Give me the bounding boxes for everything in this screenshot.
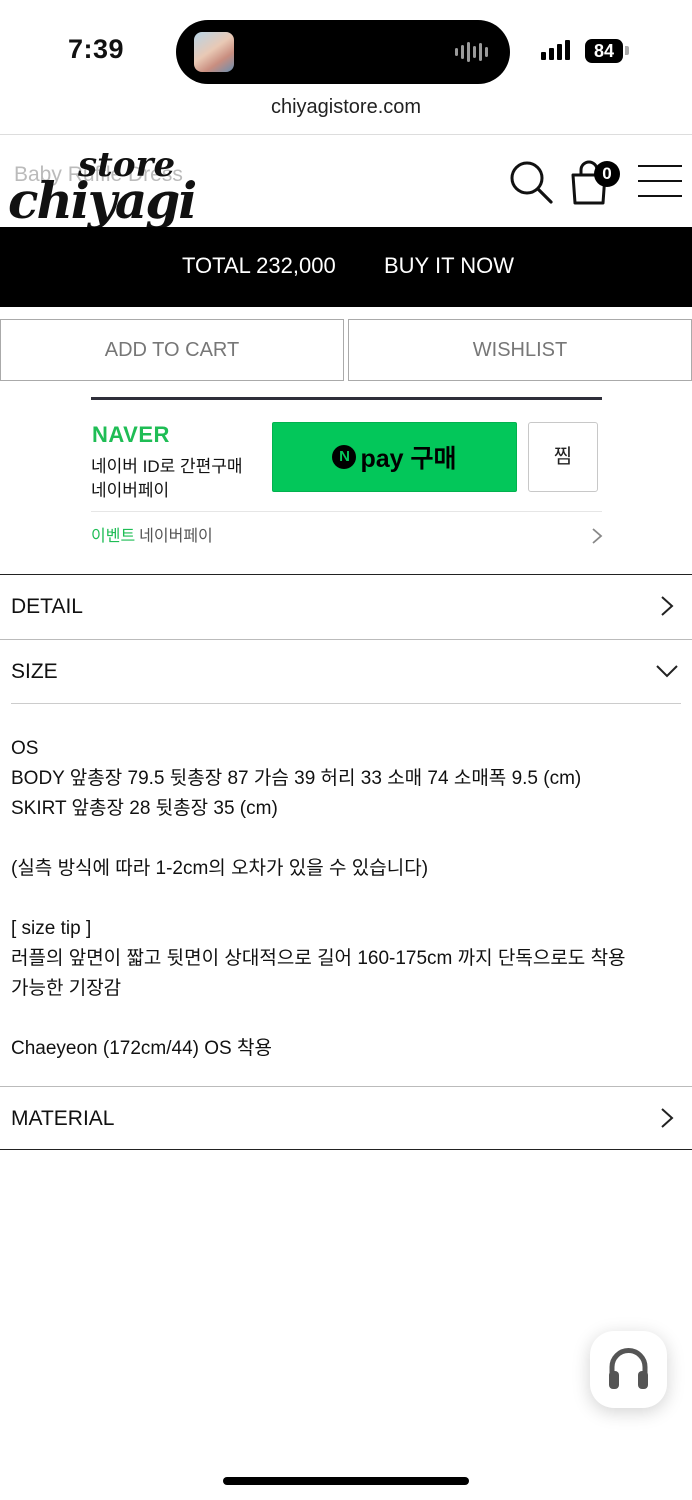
cellular-signal-icon — [541, 40, 570, 60]
accordion-size-label: SIZE — [11, 660, 58, 683]
naver-pay-button-label: pay 구매 — [360, 445, 457, 473]
naver-pay-widget: NAVER 네이버 ID로 간편구매 네이버페이 N pay 구매 찜 이벤트 네… — [91, 397, 603, 547]
customer-support-button[interactable] — [590, 1331, 667, 1408]
hamburger-menu-icon[interactable] — [636, 163, 684, 199]
event-tag: 이벤트 — [91, 528, 136, 545]
naver-pay-event-link[interactable]: 이벤트 네이버페이 — [91, 522, 213, 546]
naver-pay-desc-line1: 네이버 ID로 간편구매 — [91, 457, 243, 476]
size-line: BODY 앞총장 79.5 뒷총장 87 가슴 39 허리 33 소매 74 소… — [11, 768, 582, 789]
wishlist-button[interactable]: WISHLIST — [348, 319, 692, 381]
naver-logo: NAVER — [92, 422, 170, 447]
cart-count-badge: 0 — [594, 161, 620, 187]
site-header: Baby Ruffle Dress store chiyagi 0 — [0, 134, 692, 230]
logo-main-text: chiyagi — [8, 171, 197, 230]
naver-pay-desc-line2: 네이버페이 — [91, 481, 170, 500]
home-indicator[interactable] — [223, 1477, 469, 1485]
accordion-size[interactable]: SIZE — [0, 639, 692, 703]
search-icon[interactable] — [508, 159, 554, 205]
chevron-right-icon — [661, 1108, 674, 1128]
event-text: 네이버페이 — [139, 528, 213, 545]
browser-url[interactable]: chiyagistore.com — [0, 96, 692, 119]
size-info-panel: OS BODY 앞총장 79.5 뒷총장 87 가슴 39 허리 33 소매 7… — [11, 703, 681, 1064]
buy-it-now-button[interactable]: BUY IT NOW — [384, 253, 514, 279]
size-line: SKIRT 앞총장 28 뒷총장 35 (cm) — [11, 798, 278, 819]
chevron-right-icon — [592, 528, 603, 544]
battery-cap — [625, 46, 629, 55]
divider — [91, 511, 602, 512]
clock: 7:39 — [68, 34, 125, 64]
shopping-bag-button[interactable]: 0 — [568, 157, 624, 207]
accordion-detail[interactable]: DETAIL — [0, 574, 692, 638]
dynamic-island[interactable] — [176, 20, 510, 84]
add-to-cart-button[interactable]: ADD TO CART — [0, 319, 344, 381]
chevron-right-icon — [661, 596, 674, 616]
battery-icon: 84 — [585, 39, 623, 63]
size-tip-line: 러플의 앞면이 짧고 뒷면이 상대적으로 길어 160-175cm 까지 단독으… — [11, 948, 626, 969]
album-art-thumbnail — [194, 32, 234, 72]
audio-wave-icon — [455, 42, 488, 62]
headset-icon — [609, 1348, 648, 1389]
naver-zzim-button[interactable]: 찜 — [528, 422, 598, 492]
chevron-down-icon — [656, 665, 678, 678]
accordion-material[interactable]: MATERIAL — [0, 1086, 692, 1150]
total-price: TOTAL 232,000 — [182, 253, 336, 278]
status-bar: 7:39 84 chiyagistore.com — [0, 0, 692, 118]
naver-n-icon: N — [332, 445, 357, 469]
size-line: OS — [11, 738, 39, 759]
accordion-detail-label: DETAIL — [11, 595, 83, 618]
buy-bar: TOTAL 232,000 BUY IT NOW — [0, 227, 692, 307]
size-tip-title: [ size tip ] — [11, 918, 92, 939]
size-note: (실측 방식에 따라 1-2cm의 오차가 있을 수 있습니다) — [11, 858, 429, 879]
naver-pay-buy-button[interactable]: N pay 구매 — [272, 422, 517, 492]
store-logo[interactable]: store chiyagi — [8, 141, 197, 230]
accordion-material-label: MATERIAL — [11, 1107, 115, 1130]
size-tip-line: 가능한 기장감 — [11, 978, 122, 999]
model-info: Chaeyeon (172cm/44) OS 착용 — [11, 1038, 272, 1059]
